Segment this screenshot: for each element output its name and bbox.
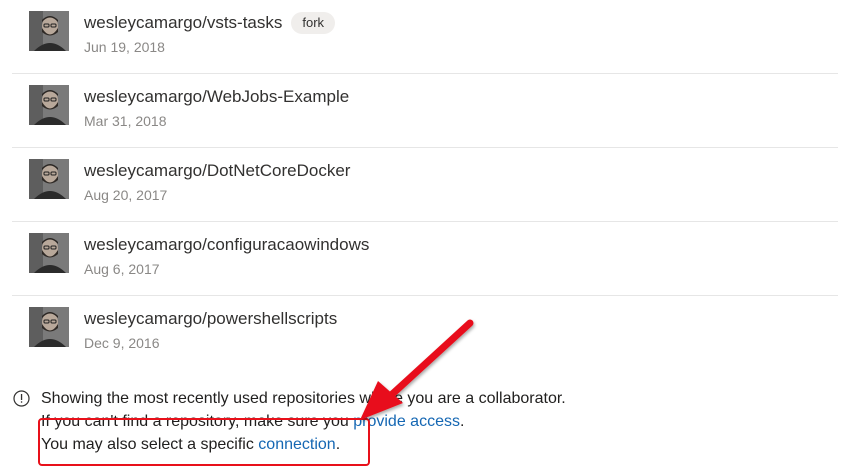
fork-badge: fork [291,12,336,34]
avatar [29,233,69,273]
repository-name[interactable]: wesleycamargo/vsts-tasks [84,13,282,32]
repository-name[interactable]: wesleycamargo/powershellscripts [84,309,337,328]
repository-date: Jun 19, 2018 [84,39,165,55]
repository-date: Mar 31, 2018 [84,113,167,129]
info-circle-icon [13,390,30,407]
repository-row[interactable]: wesleycamargo/DotNetCoreDocker Aug 20, 2… [12,148,838,222]
repository-date: Dec 9, 2016 [84,335,160,351]
info-line-recent: Showing the most recently used repositor… [41,390,566,407]
repository-name[interactable]: wesleycamargo/WebJobs-Example [84,87,349,106]
connection-link[interactable]: connection [258,436,335,453]
repository-row[interactable]: wesleycamargo/configuracaowindows Aug 6,… [12,222,838,296]
avatar [29,307,69,347]
repository-list: wesleycamargo/vsts-tasks fork Jun 19, 201… [12,0,838,369]
avatar [29,85,69,125]
repository-picker: wesleycamargo/vsts-tasks fork Jun 19, 201… [0,0,847,475]
repository-date: Aug 20, 2017 [84,187,168,203]
info-line-connection: You may also select a specific connectio… [41,436,341,453]
repository-row[interactable]: wesleycamargo/powershellscripts Dec 9, 2… [12,296,838,369]
provide-access-link[interactable]: provide access [353,413,460,430]
repository-date: Aug 6, 2017 [84,261,160,277]
repository-row[interactable]: wesleycamargo/vsts-tasks fork Jun 19, 201… [12,0,838,74]
repository-row[interactable]: wesleycamargo/WebJobs-Example Mar 31, 20… [12,74,838,148]
repository-name[interactable]: wesleycamargo/configuracaowindows [84,235,369,254]
avatar [29,159,69,199]
repository-name[interactable]: wesleycamargo/DotNetCoreDocker [84,161,350,180]
avatar [29,11,69,51]
info-text: Showing the most recently used repositor… [41,387,566,456]
info-line-access: If you can't find a repository, make sur… [41,413,465,430]
